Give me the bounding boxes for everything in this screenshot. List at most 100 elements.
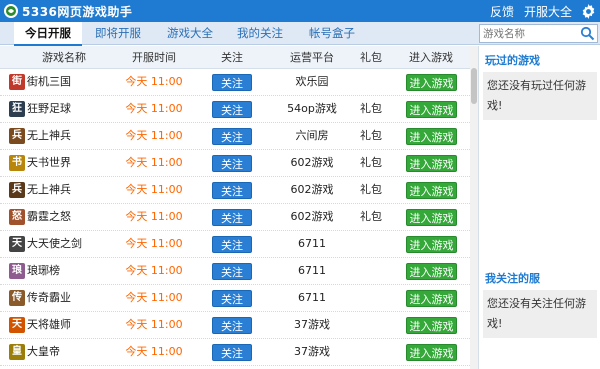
- table-row: 狂狂野足球 今天 11:00 关注 54op游戏 礼包 进入游戏: [0, 96, 470, 123]
- follow-button[interactable]: 关注: [212, 236, 252, 253]
- follow-button[interactable]: 关注: [212, 344, 252, 361]
- open-time: 今天 11:00: [125, 237, 183, 250]
- gift-link[interactable]: 礼包: [352, 150, 390, 176]
- enter-game-button[interactable]: 进入游戏: [406, 236, 457, 253]
- game-icon: 传: [9, 290, 25, 306]
- platform-name: 六间房: [295, 129, 329, 142]
- enter-game-button[interactable]: 进入游戏: [406, 209, 457, 226]
- follow-button[interactable]: 关注: [212, 263, 252, 280]
- open-time: 今天 11:00: [125, 102, 183, 115]
- col-follow: 关注: [221, 51, 243, 64]
- tab-today[interactable]: 今日开服: [14, 22, 82, 46]
- platform-name: 6711: [298, 237, 326, 250]
- game-icon: 狂: [9, 101, 25, 117]
- played-games-title: 玩过的游戏: [485, 54, 540, 67]
- gift-link[interactable]: 礼包: [352, 123, 390, 149]
- enter-game-button[interactable]: 进入游戏: [406, 290, 457, 307]
- follow-button[interactable]: 关注: [212, 128, 252, 145]
- game-icon: 书: [9, 155, 25, 171]
- game-name[interactable]: 大天使之剑: [27, 231, 107, 257]
- open-time: 今天 11:00: [125, 291, 183, 304]
- scrollbar[interactable]: [470, 46, 478, 369]
- platform-name: 6711: [298, 291, 326, 304]
- open-time: 今天 11:00: [125, 318, 183, 331]
- table-row: 兵无上神兵 今天 11:00 关注 602游戏 礼包 进入游戏: [0, 177, 470, 204]
- follow-button[interactable]: 关注: [212, 155, 252, 172]
- table-row: 皇大皇帝 今天 11:00 关注 37游戏 进入游戏: [0, 339, 470, 366]
- game-name[interactable]: 大皇帝: [27, 339, 107, 365]
- game-name[interactable]: 街机三国: [27, 69, 107, 95]
- gift-link[interactable]: [352, 285, 390, 311]
- game-name[interactable]: 传奇霸业: [27, 285, 107, 311]
- enter-game-button[interactable]: 进入游戏: [406, 344, 457, 361]
- table-row: 书天书世界 今天 11:00 关注 602游戏 礼包 进入游戏: [0, 150, 470, 177]
- followed-servers-empty: 您还没有关注任何游戏!: [483, 290, 597, 338]
- tab-upcoming[interactable]: 即将开服: [88, 22, 148, 45]
- search-box: [479, 24, 598, 43]
- played-games-empty: 您还没有玩过任何游戏!: [483, 72, 597, 120]
- col-enter-game: 进入游戏: [409, 51, 453, 64]
- platform-name: 37游戏: [294, 345, 330, 358]
- gift-link[interactable]: [352, 69, 390, 95]
- feedback-link[interactable]: 反馈: [490, 3, 514, 20]
- search-icon[interactable]: [580, 26, 595, 41]
- game-name[interactable]: 无上神兵: [27, 177, 107, 203]
- gift-link[interactable]: 礼包: [352, 96, 390, 122]
- open-time: 今天 11:00: [125, 129, 183, 142]
- platform-name: 6711: [298, 264, 326, 277]
- gift-link[interactable]: 礼包: [352, 177, 390, 203]
- follow-button[interactable]: 关注: [212, 290, 252, 307]
- game-name[interactable]: 狂野足球: [27, 96, 107, 122]
- col-platform: 运营平台: [290, 51, 334, 64]
- follow-button[interactable]: 关注: [212, 182, 252, 199]
- enter-game-button[interactable]: 进入游戏: [406, 263, 457, 280]
- tab-all-games[interactable]: 游戏大全: [160, 22, 220, 45]
- table-row: 天天将雄师 今天 11:00 关注 37游戏 进入游戏: [0, 312, 470, 339]
- platform-name: 54op游戏: [287, 102, 337, 115]
- enter-game-button[interactable]: 进入游戏: [406, 155, 457, 172]
- game-name[interactable]: 无上神兵: [27, 123, 107, 149]
- game-icon: 街: [9, 74, 25, 90]
- game-icon: 琅: [9, 263, 25, 279]
- table-row: 传传奇霸业 今天 11:00 关注 6711 进入游戏: [0, 285, 470, 312]
- follow-button[interactable]: 关注: [212, 74, 252, 91]
- platform-name: 602游戏: [290, 156, 334, 169]
- tab-account-box[interactable]: 帐号盒子: [302, 22, 362, 45]
- enter-game-button[interactable]: 进入游戏: [406, 128, 457, 145]
- platform-name: 602游戏: [290, 183, 334, 196]
- game-icon: 怒: [9, 209, 25, 225]
- game-name[interactable]: 天书世界: [27, 150, 107, 176]
- table-row: 天大天使之剑 今天 11:00 关注 6711 进入游戏: [0, 231, 470, 258]
- follow-button[interactable]: 关注: [212, 101, 252, 118]
- enter-game-button[interactable]: 进入游戏: [406, 74, 457, 91]
- game-name[interactable]: 天将雄师: [27, 312, 107, 338]
- open-servers-link[interactable]: 开服大全: [524, 3, 572, 20]
- table-row: 琅琅琊榜 今天 11:00 关注 6711 进入游戏: [0, 258, 470, 285]
- col-gift: 礼包: [360, 51, 382, 64]
- table-header: 游戏名称 开服时间 关注 运营平台 礼包 进入游戏: [0, 46, 470, 69]
- enter-game-button[interactable]: 进入游戏: [406, 182, 457, 199]
- game-name[interactable]: 琅琊榜: [27, 258, 107, 284]
- follow-button[interactable]: 关注: [212, 209, 252, 226]
- open-time: 今天 11:00: [125, 156, 183, 169]
- search-input[interactable]: [480, 25, 578, 42]
- gift-link[interactable]: [352, 231, 390, 257]
- open-time: 今天 11:00: [125, 183, 183, 196]
- gear-icon[interactable]: [580, 3, 596, 19]
- game-icon: 天: [9, 236, 25, 252]
- gift-link[interactable]: [352, 312, 390, 338]
- follow-button[interactable]: 关注: [212, 317, 252, 334]
- scrollbar-thumb[interactable]: [471, 68, 477, 104]
- platform-name: 602游戏: [290, 210, 334, 223]
- col-game-name: 游戏名称: [42, 51, 86, 64]
- followed-servers-title: 我关注的服: [485, 272, 540, 285]
- game-name[interactable]: 霸霆之怒: [27, 204, 107, 230]
- gift-link[interactable]: [352, 339, 390, 365]
- tab-my-follows[interactable]: 我的关注: [230, 22, 290, 45]
- gift-link[interactable]: [352, 258, 390, 284]
- col-open-time: 开服时间: [132, 51, 176, 64]
- enter-game-button[interactable]: 进入游戏: [406, 317, 457, 334]
- gift-link[interactable]: 礼包: [352, 204, 390, 230]
- enter-game-button[interactable]: 进入游戏: [406, 101, 457, 118]
- sidebar: 玩过的游戏 您还没有玩过任何游戏! 我关注的服 您还没有关注任何游戏!: [478, 46, 600, 369]
